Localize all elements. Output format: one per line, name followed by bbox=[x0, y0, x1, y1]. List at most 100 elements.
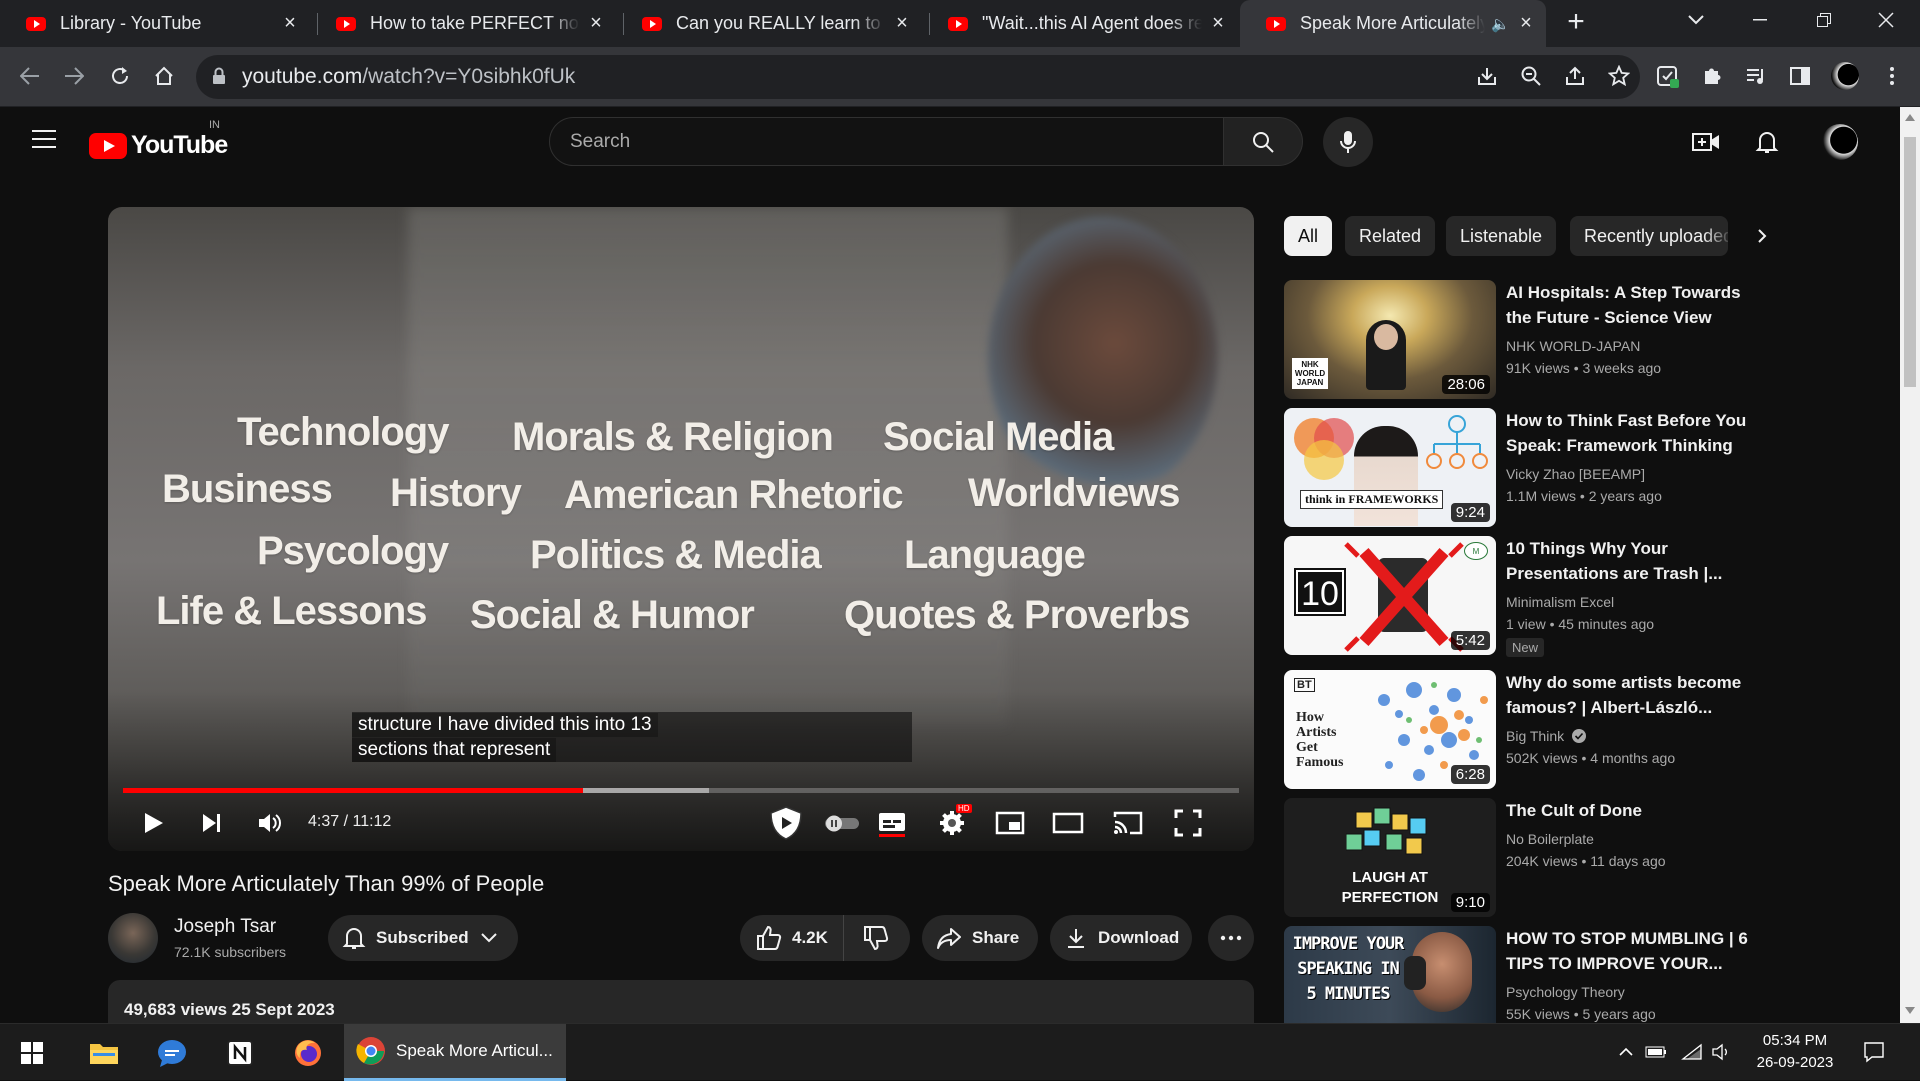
download-button[interactable]: Download bbox=[1050, 915, 1192, 961]
chat-app-button[interactable] bbox=[142, 1024, 202, 1081]
notification-center-icon[interactable] bbox=[1862, 1040, 1886, 1064]
video-thumbnail[interactable]: NHK WORLD JAPAN 28:06 bbox=[1284, 280, 1496, 399]
notifications-bell-icon[interactable] bbox=[1752, 127, 1782, 157]
scroll-up-arrow-icon[interactable] bbox=[1905, 113, 1915, 121]
channel-name[interactable]: NHK WORLD-JAPAN bbox=[1506, 338, 1640, 354]
chip-all[interactable]: All bbox=[1284, 216, 1333, 256]
fullscreen-button[interactable] bbox=[1166, 802, 1210, 844]
recommended-video[interactable]: think in FRAMEWORKS 9:24 How to Think Fa… bbox=[1284, 408, 1764, 528]
play-button[interactable] bbox=[134, 802, 174, 844]
progress-bar[interactable] bbox=[123, 788, 1239, 793]
sponsorblock-button[interactable] bbox=[764, 802, 808, 844]
recommended-video[interactable]: IMPROVE YOUR SPEAKING IN 5 MINUTES HOW T… bbox=[1284, 926, 1764, 1023]
show-hidden-icons-chevron-icon[interactable] bbox=[1614, 1040, 1638, 1064]
share-page-icon[interactable] bbox=[1562, 65, 1588, 91]
browser-tab[interactable]: How to take PERFECT notes w × bbox=[310, 0, 616, 47]
video-title[interactable]: How to Think Fast Before You Speak: Fram… bbox=[1506, 408, 1754, 458]
channel-name[interactable]: Psychology Theory bbox=[1506, 984, 1625, 1000]
browser-tab-active[interactable]: Speak More Articulately T 🔈 × bbox=[1240, 0, 1546, 47]
lock-icon[interactable] bbox=[212, 67, 226, 85]
browser-tab[interactable]: "Wait...this AI Agent does rese × bbox=[922, 0, 1238, 47]
channel-name[interactable]: Big Think bbox=[1506, 728, 1586, 744]
subtitles-button[interactable] bbox=[870, 802, 914, 844]
close-tab-icon[interactable]: × bbox=[1516, 12, 1536, 34]
profile-avatar[interactable] bbox=[1829, 60, 1861, 92]
install-app-icon[interactable] bbox=[1474, 65, 1500, 91]
reload-icon[interactable] bbox=[104, 60, 136, 92]
close-window-icon[interactable] bbox=[1856, 0, 1916, 40]
scrollbar-thumb[interactable] bbox=[1904, 137, 1916, 387]
subscribed-button[interactable]: Subscribed bbox=[328, 915, 518, 961]
zoom-icon[interactable] bbox=[1518, 65, 1544, 91]
channel-name[interactable]: Vicky Zhao [BEEAMP] bbox=[1506, 466, 1645, 482]
close-tab-icon[interactable]: × bbox=[892, 12, 912, 34]
video-player[interactable]: Technology Morals & Religion Social Medi… bbox=[108, 207, 1254, 851]
miniplayer-button[interactable] bbox=[988, 802, 1032, 844]
recommended-video[interactable]: LAUGH AT PERFECTION 9:10 The Cult of Don… bbox=[1284, 798, 1764, 918]
browser-tab[interactable]: Library - YouTube × bbox=[0, 0, 310, 47]
chip-related[interactable]: Related bbox=[1345, 216, 1436, 256]
speaker-icon[interactable]: 🔈 bbox=[1491, 15, 1510, 33]
bookmark-star-icon[interactable] bbox=[1606, 64, 1632, 91]
account-avatar[interactable] bbox=[1822, 124, 1858, 160]
battery-icon[interactable] bbox=[1644, 1040, 1668, 1064]
channel-avatar[interactable] bbox=[108, 913, 158, 963]
video-thumbnail[interactable]: BT How Artists Get Famous 6:28 bbox=[1284, 670, 1496, 789]
chip-listenable[interactable]: Listenable bbox=[1446, 216, 1557, 256]
channel-name[interactable]: Joseph Tsar bbox=[174, 916, 276, 938]
more-actions-button[interactable] bbox=[1208, 915, 1254, 961]
close-tab-icon[interactable]: × bbox=[586, 12, 606, 34]
create-video-icon[interactable] bbox=[1691, 127, 1721, 157]
chip-recently-uploaded[interactable]: Recently uploaded bbox=[1570, 216, 1728, 256]
home-icon[interactable] bbox=[148, 60, 180, 92]
minimize-icon[interactable] bbox=[1730, 0, 1790, 40]
next-button[interactable] bbox=[192, 802, 232, 844]
share-button[interactable]: Share bbox=[922, 915, 1038, 961]
youtube-logo[interactable]: YouTube IN bbox=[89, 119, 228, 160]
side-panel-icon[interactable] bbox=[1784, 60, 1816, 92]
new-tab-button[interactable]: + bbox=[1560, 7, 1592, 39]
back-icon[interactable] bbox=[14, 60, 46, 92]
menu-hamburger-icon[interactable] bbox=[32, 130, 56, 150]
scroll-down-arrow-icon[interactable] bbox=[1905, 1007, 1915, 1015]
like-button[interactable]: 4.2K bbox=[740, 915, 844, 961]
file-explorer-button[interactable] bbox=[74, 1024, 134, 1081]
forward-icon[interactable] bbox=[58, 60, 90, 92]
close-tab-icon[interactable]: × bbox=[280, 12, 300, 34]
close-tab-icon[interactable]: × bbox=[1208, 12, 1228, 34]
video-thumbnail[interactable]: think in FRAMEWORKS 9:24 bbox=[1284, 408, 1496, 527]
video-thumbnail[interactable]: 10 M 5:42 bbox=[1284, 536, 1496, 655]
video-title[interactable]: HOW TO STOP MUMBLING | 6 TIPS TO IMPROVE… bbox=[1506, 926, 1754, 976]
start-button[interactable] bbox=[2, 1024, 62, 1081]
volume-tray-icon[interactable] bbox=[1710, 1040, 1734, 1064]
video-title[interactable]: Why do some artists become famous? | Alb… bbox=[1506, 670, 1754, 720]
system-clock[interactable]: 05:34 PM 26-09-2023 bbox=[1740, 1030, 1850, 1074]
recommended-video[interactable]: BT How Artists Get Famous 6:28 Why do so… bbox=[1284, 670, 1764, 790]
chip-next-arrow-icon[interactable] bbox=[1748, 222, 1776, 250]
search-button[interactable] bbox=[1224, 117, 1303, 166]
settings-button[interactable]: HD bbox=[930, 802, 974, 844]
voice-search-button[interactable] bbox=[1323, 117, 1373, 167]
extension-icon[interactable] bbox=[1652, 60, 1684, 92]
theater-mode-button[interactable] bbox=[1046, 802, 1090, 844]
chrome-taskbar-button[interactable]: Speak More Articul... bbox=[344, 1024, 566, 1081]
recommended-video[interactable]: NHK WORLD JAPAN 28:06 AI Hospitals: A St… bbox=[1284, 280, 1764, 400]
notion-app-button[interactable] bbox=[210, 1024, 270, 1081]
wifi-icon[interactable] bbox=[1680, 1040, 1704, 1064]
browser-tab[interactable]: Can you REALLY learn to code × bbox=[616, 0, 922, 47]
puzzle-extensions-icon[interactable] bbox=[1696, 60, 1728, 92]
channel-name[interactable]: Minimalism Excel bbox=[1506, 594, 1614, 610]
search-input[interactable] bbox=[570, 128, 1170, 156]
video-thumbnail[interactable]: LAUGH AT PERFECTION 9:10 bbox=[1284, 798, 1496, 917]
firefox-app-button[interactable] bbox=[278, 1024, 338, 1081]
autoplay-toggle[interactable] bbox=[820, 802, 864, 844]
video-title[interactable]: 10 Things Why Your Presentations are Tra… bbox=[1506, 536, 1754, 586]
address-bar[interactable]: youtube.com/watch?v=Y0sibhk0fUk bbox=[196, 55, 1640, 99]
restore-icon[interactable] bbox=[1794, 0, 1854, 40]
tab-search-icon[interactable] bbox=[1666, 0, 1726, 40]
page-scrollbar[interactable] bbox=[1900, 107, 1920, 1023]
browser-menu-icon[interactable] bbox=[1876, 60, 1908, 92]
dislike-button[interactable] bbox=[844, 915, 908, 961]
volume-button[interactable] bbox=[250, 802, 290, 844]
recommended-video[interactable]: 10 M 5:42 10 Things Why Your Presentatio… bbox=[1284, 536, 1764, 657]
